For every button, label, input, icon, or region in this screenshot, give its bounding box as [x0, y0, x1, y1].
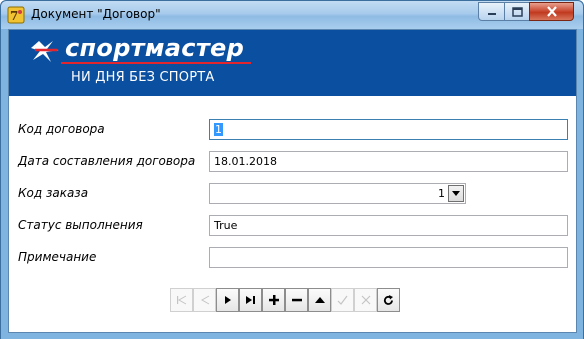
- date-value: 18.01.2018: [214, 155, 277, 168]
- order-code-combobox[interactable]: 1: [209, 183, 466, 204]
- date-input[interactable]: 18.01.2018: [209, 151, 568, 172]
- chevron-down-icon: [452, 191, 460, 196]
- maximize-icon: [511, 6, 523, 17]
- note-label: Примечание: [18, 250, 97, 264]
- minus-icon: [291, 298, 302, 302]
- contract-code-value: 1: [214, 123, 223, 136]
- delete-record-button[interactable]: [285, 288, 308, 312]
- cancel-record-button[interactable]: [354, 288, 377, 312]
- date-label: Дата составления договора: [18, 154, 196, 168]
- app-window: 7 Документ "Договор" спортмастер НИ ДНЯ …: [0, 0, 584, 339]
- refresh-record-button[interactable]: [377, 288, 400, 312]
- last-record-button[interactable]: [239, 288, 262, 312]
- next-record-icon: [224, 296, 231, 304]
- refresh-icon: [383, 294, 393, 305]
- insert-record-button[interactable]: [262, 288, 285, 312]
- title-bar[interactable]: 7 Документ "Договор": [1, 1, 583, 29]
- maximize-button[interactable]: [504, 2, 530, 21]
- brand-banner: спортмастер НИ ДНЯ БЕЗ СПОРТА: [9, 30, 576, 96]
- banner-slogan: НИ ДНЯ БЕЗ СПОРТА: [71, 70, 215, 85]
- close-button[interactable]: [529, 2, 574, 21]
- form-client-area: спортмастер НИ ДНЯ БЕЗ СПОРТА Код догово…: [8, 29, 577, 333]
- db-navigator: [170, 288, 400, 312]
- first-record-button[interactable]: [170, 288, 193, 312]
- status-label: Статус выполнения: [18, 218, 143, 232]
- close-icon: [546, 6, 557, 17]
- post-record-button[interactable]: [331, 288, 354, 312]
- edit-triangle-icon: [314, 297, 325, 303]
- order-code-dropdown-button[interactable]: [448, 185, 464, 202]
- order-code-label: Код заказа: [18, 186, 89, 200]
- first-record-icon: [177, 295, 187, 305]
- app-icon: 7: [7, 6, 25, 24]
- plus-icon: [268, 295, 279, 305]
- svg-text:7: 7: [10, 9, 18, 23]
- last-record-icon: [246, 296, 255, 304]
- order-code-value: 1: [438, 187, 445, 200]
- edit-record-button[interactable]: [308, 288, 331, 312]
- window-title: Документ "Договор": [31, 7, 161, 21]
- contract-code-input[interactable]: 1: [209, 119, 568, 140]
- contract-code-label: Код договора: [18, 122, 105, 136]
- minimize-icon: [487, 12, 496, 15]
- prior-record-icon: [200, 295, 209, 305]
- prior-record-button[interactable]: [193, 288, 216, 312]
- note-input[interactable]: [209, 247, 568, 268]
- logo-text: спортмастер: [65, 34, 245, 62]
- minimize-button[interactable]: [478, 2, 505, 21]
- cancel-x-icon: [361, 295, 370, 305]
- check-icon: [337, 295, 348, 305]
- status-input[interactable]: True: [209, 215, 568, 236]
- window-bottom-border: [1, 333, 583, 339]
- next-record-button[interactable]: [216, 288, 239, 312]
- status-value: True: [214, 219, 238, 232]
